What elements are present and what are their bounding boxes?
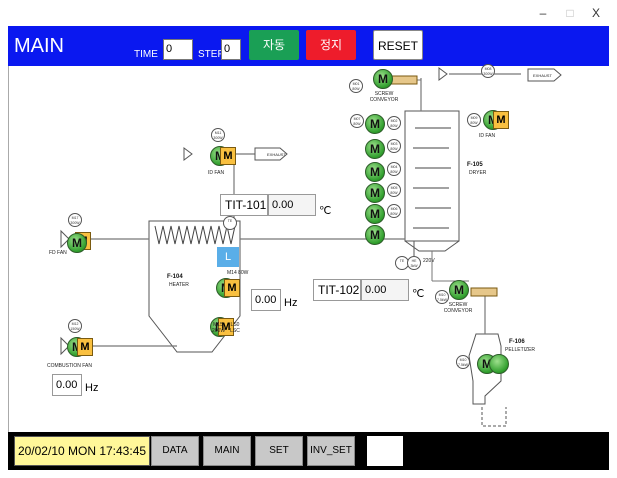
- time-field[interactable]: 0: [163, 39, 193, 60]
- screw-conveyor-bottom-label: SCREW CONVEYOR: [443, 302, 473, 314]
- level-indicator[interactable]: L: [217, 247, 239, 267]
- heater-name: HEATER: [169, 282, 189, 288]
- screw-conveyor-top-label: SCREW CONVEYOR: [369, 91, 399, 103]
- m14-motor[interactable]: M: [224, 279, 240, 297]
- id-fan-2-motor[interactable]: M: [493, 111, 509, 129]
- m05-tag: M05 80W: [387, 183, 401, 197]
- screw-conveyor-bottom-icon: M: [449, 280, 469, 300]
- exhaust-2-label: EXHAUST: [533, 73, 552, 78]
- m15-label: M15 200W: [212, 322, 226, 334]
- dryer-motor-2-icon: M: [365, 139, 385, 159]
- piping-diagram: [60, 67, 562, 427]
- window-titlebar: – □ X: [0, 0, 617, 26]
- fan-frequency-value: 0.00: [251, 289, 281, 311]
- footer-bar: 20/02/10 MON 17:43:45 DATA MAIN SET INV_…: [8, 432, 609, 470]
- dryer-motor-3-icon: M: [365, 162, 385, 182]
- header-bar: MAIN TIME 0 STEP 0 자동 정지 RESET: [8, 26, 609, 66]
- tit102-label: TIT-102: [313, 279, 361, 301]
- fan-frequency-unit: Hz: [284, 297, 298, 309]
- m09-tag: M09 80W: [467, 113, 481, 127]
- footer-blank-panel: [367, 436, 403, 466]
- nav-main-button[interactable]: MAIN: [203, 436, 251, 466]
- auto-button[interactable]: 자동: [249, 30, 299, 60]
- pelletizer-name: PELLETIZER: [505, 347, 536, 353]
- nav-data-button[interactable]: DATA: [151, 436, 199, 466]
- m11-tag: M11 300W: [211, 128, 225, 142]
- nav-inv-set-button[interactable]: INV_SET: [307, 436, 355, 466]
- voltage-label: 220V: [423, 258, 435, 264]
- heater-element-tag: HE 3kW: [407, 256, 421, 270]
- exhaust-1-label: EXHAUST: [267, 152, 286, 157]
- m01-tag: M01 80W: [349, 79, 363, 93]
- dryer-motor-6-icon: M: [365, 225, 385, 245]
- step-field[interactable]: 0: [221, 39, 241, 60]
- tit102-unit: ℃: [412, 288, 425, 300]
- m12-tag: M12 150W: [68, 319, 82, 333]
- minimize-button[interactable]: –: [533, 4, 553, 22]
- time-label: TIME: [134, 49, 158, 60]
- fd-fan-icon: M: [67, 233, 87, 253]
- screw-conveyor-top-icon: M: [373, 69, 393, 89]
- combustion-fan-motor[interactable]: M: [77, 338, 93, 356]
- dryer-vessel: [404, 110, 460, 242]
- clock-display: 20/02/10 MON 17:43:45: [14, 436, 150, 466]
- fd-fan-label: FD FAN: [49, 250, 67, 256]
- dryer-motor-1-icon: M: [365, 114, 385, 134]
- dryer-motor-5-icon: M: [365, 204, 385, 224]
- m17-tag: M17 300W: [68, 213, 82, 227]
- process-diagram: M M M M M M M M M M M M M M M M M M M M …: [8, 64, 609, 432]
- m07-tag: M07 80W: [350, 114, 364, 128]
- combustion-fan-label: COMBUSTION FAN: [47, 363, 93, 369]
- tit101-label: TIT-101: [220, 194, 268, 216]
- id-fan-1-label: ID FAN: [208, 170, 225, 176]
- combustion-frequency-unit: Hz: [85, 382, 99, 394]
- lsc-label: LS0 LSC: [230, 322, 240, 334]
- close-button[interactable]: X: [586, 4, 606, 22]
- tit101-unit: ℃: [319, 205, 332, 217]
- m06-tag: M06 80W: [387, 204, 401, 218]
- maximize-button[interactable]: □: [560, 4, 580, 22]
- id-fan-2-label: ID FAN: [479, 133, 496, 139]
- m02-tag: M02 80W: [387, 116, 401, 130]
- pelletizer-tag: F-106: [509, 339, 525, 345]
- stop-button[interactable]: 정지: [306, 30, 356, 60]
- m04-tag: M04 80W: [387, 162, 401, 176]
- m03-tag: M03 80W: [387, 139, 401, 153]
- id-fan-1-motor[interactable]: M: [220, 147, 236, 165]
- pelletizer-motor-tag: M10 7.5kW: [456, 355, 470, 369]
- combustion-frequency-value: 0.00: [52, 374, 82, 396]
- pelletizer-motor-2-icon: [489, 354, 509, 374]
- page-title: MAIN: [14, 35, 64, 57]
- te-101-tag: TE: [223, 216, 237, 230]
- m14-label: M14 80W: [227, 270, 249, 276]
- tit102-value: 0.00: [361, 279, 409, 301]
- dryer-tag: F-105: [467, 162, 483, 168]
- heater-tag: F-104: [167, 274, 183, 280]
- tit101-value: 0.00: [268, 194, 316, 216]
- reset-button[interactable]: RESET: [373, 30, 423, 60]
- dryer-motor-4-icon: M: [365, 183, 385, 203]
- nav-set-button[interactable]: SET: [255, 436, 303, 466]
- m08-tag: M08 300W: [481, 64, 495, 78]
- dryer-name: DRYER: [469, 170, 487, 176]
